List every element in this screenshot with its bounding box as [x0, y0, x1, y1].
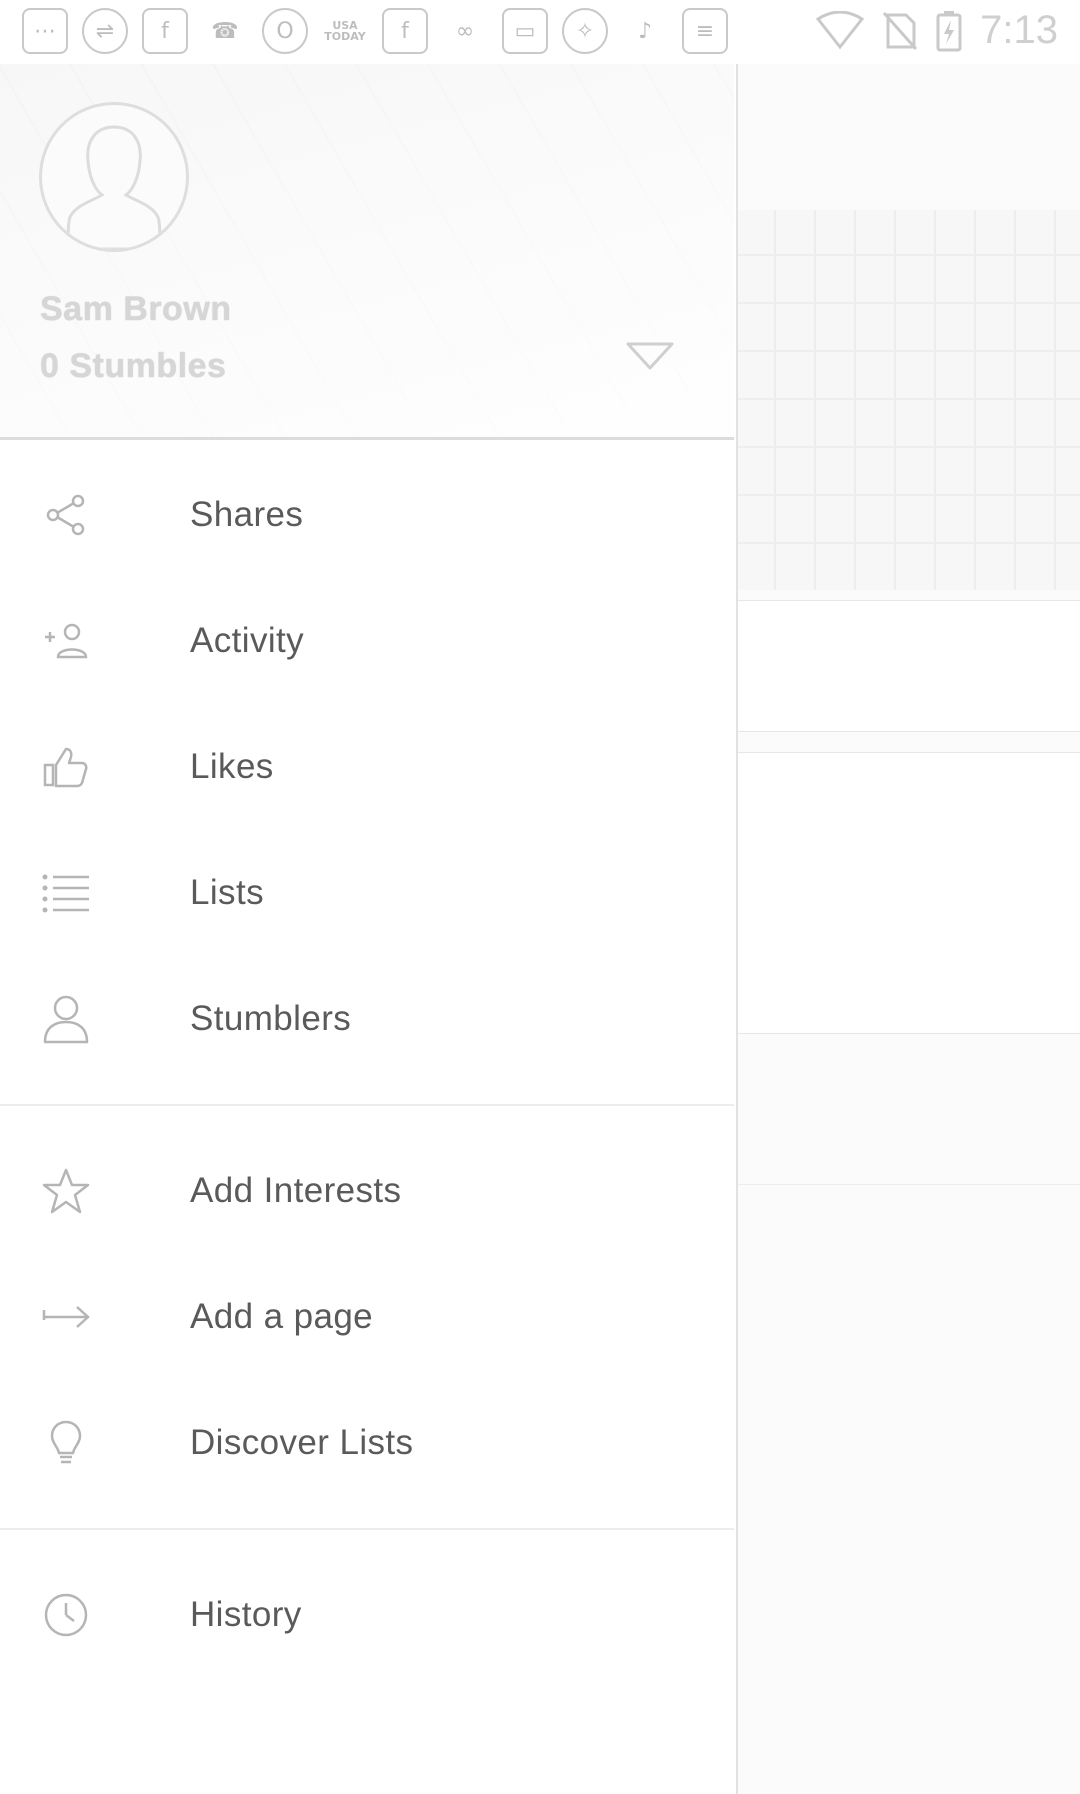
battery-charging-icon [936, 10, 962, 51]
arrow-right-icon [40, 1291, 92, 1343]
facebook-icon: f [382, 8, 428, 54]
navigation-drawer: Sam Brown 0 Stumbles Shares Activity Lik… [0, 64, 738, 1794]
background-card [736, 752, 1080, 1034]
notification-icons: ⋯ ⇌ f ☎ O USA TODAY f ∞ ▭ ✧ ♪ ≡ [22, 8, 728, 54]
thumbs-up-icon [40, 741, 92, 793]
add-person-icon [40, 615, 92, 667]
menu-item-likes[interactable]: Likes [0, 704, 734, 830]
user-name: Sam Brown [40, 290, 232, 328]
background-divider [736, 1184, 1080, 1185]
sliders-icon: ≡ [682, 8, 728, 54]
background-card [736, 600, 1080, 732]
background-image [736, 210, 1080, 590]
wifi-icon [816, 10, 865, 49]
menu-item-label: Stumblers [190, 999, 352, 1038]
menu-item-history[interactable]: History [0, 1552, 734, 1678]
menu-item-discover-lists[interactable]: Discover Lists [0, 1380, 734, 1506]
menu-item-lists[interactable]: Lists [0, 830, 734, 956]
menu-item-add-interests[interactable]: Add Interests [0, 1128, 734, 1254]
status-bar: ⋯ ⇌ f ☎ O USA TODAY f ∞ ▭ ✧ ♪ ≡ 7:13 [0, 0, 1080, 65]
menu-item-activity[interactable]: Activity [0, 578, 734, 704]
menu-divider [0, 1104, 734, 1106]
share-icon [40, 489, 92, 541]
fitness-icon: ✧ [562, 8, 608, 54]
list-icon [40, 867, 92, 919]
avatar-silhouette-icon [66, 125, 162, 249]
no-sim-icon [883, 11, 918, 50]
clock-time: 7:13 [980, 8, 1058, 52]
menu-item-label: Shares [190, 495, 304, 534]
drawer-menu: Shares Activity Likes Lists Stumblers Ad… [0, 440, 734, 1678]
menu-item-label: History [190, 1595, 302, 1634]
avatar[interactable] [39, 102, 189, 252]
cassette-icon: ▭ [502, 8, 548, 54]
menu-item-label: Add a page [190, 1297, 374, 1336]
menu-item-label: Discover Lists [190, 1423, 414, 1462]
person-icon [40, 993, 92, 1045]
menu-item-label: Activity [190, 621, 305, 660]
menu-divider [0, 1528, 734, 1530]
violin-icon: ♪ [637, 18, 653, 44]
background-content [736, 64, 1080, 1794]
facebook-icon: f [142, 8, 188, 54]
phone-icon: ☎ [211, 18, 239, 44]
drawer-header: Sam Brown 0 Stumbles [0, 64, 734, 440]
menu-item-add-a-page[interactable]: Add a page [0, 1254, 734, 1380]
opera-icon: O [262, 8, 308, 54]
menu-item-shares[interactable]: Shares [0, 452, 734, 578]
link-icon: ∞ [455, 18, 475, 44]
usa-today-icon: USA TODAY [324, 19, 366, 43]
clock-icon [40, 1589, 92, 1641]
star-icon [40, 1165, 92, 1217]
menu-item-stumblers[interactable]: Stumblers [0, 956, 734, 1082]
menu-item-label: Likes [190, 747, 274, 786]
more-icon: ⋯ [22, 8, 68, 54]
menu-item-label: Add Interests [190, 1171, 402, 1210]
user-stumbles-count: 0 Stumbles [40, 347, 227, 385]
lightbulb-icon [40, 1417, 92, 1469]
usb-icon: ⇌ [82, 8, 128, 54]
system-status: 7:13 [816, 8, 1058, 53]
chevron-down-icon [626, 342, 674, 370]
account-dropdown-button[interactable] [624, 338, 676, 374]
menu-item-label: Lists [190, 873, 264, 912]
